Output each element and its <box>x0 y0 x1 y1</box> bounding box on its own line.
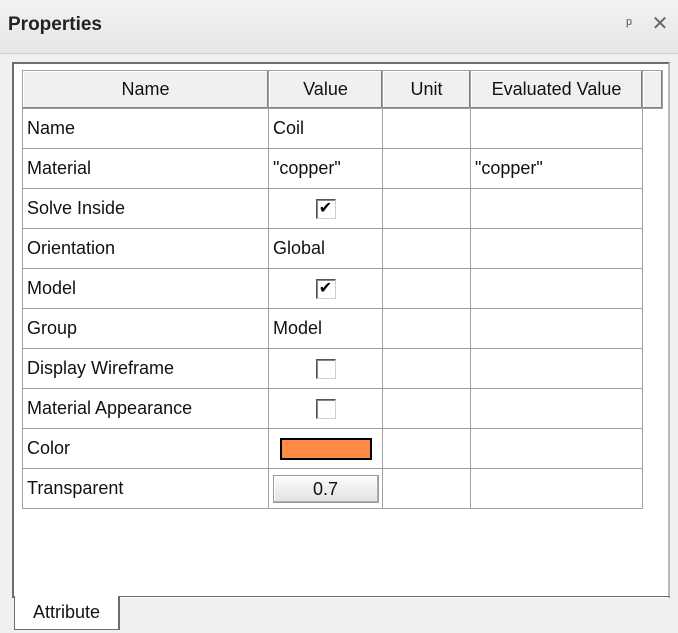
row-value-cell[interactable]: Model <box>268 308 383 349</box>
row-value-cell[interactable] <box>268 428 383 469</box>
close-icon[interactable]: ✕ <box>650 12 670 36</box>
row-name-cell: Color <box>22 428 269 469</box>
row-evaluated-cell <box>470 188 643 229</box>
model-checkbox[interactable]: ✔ <box>315 279 336 300</box>
row-unit-cell[interactable] <box>382 228 471 269</box>
row-name-cell: Model <box>22 268 269 309</box>
property-grid: Name Value Unit Evaluated Value Name Coi… <box>22 70 663 509</box>
panel-titlebar: Properties ᵖ ✕ <box>0 0 678 54</box>
grid-header-row: Name Value Unit Evaluated Value <box>22 70 663 109</box>
transparency-button[interactable]: 0.7 <box>272 474 379 503</box>
row-evaluated-cell <box>470 308 643 349</box>
row-name-cell: Name <box>22 108 269 149</box>
material-appearance-checkbox[interactable] <box>315 399 336 420</box>
row-evaluated-cell <box>470 228 643 269</box>
row-name-cell: Material <box>22 148 269 189</box>
row-unit-cell[interactable] <box>382 388 471 429</box>
row-unit-cell[interactable] <box>382 148 471 189</box>
row-name-cell: Group <box>22 308 269 349</box>
column-header-unit[interactable]: Unit <box>382 70 471 109</box>
row-evaluated-cell <box>470 348 643 389</box>
tab-strip-divider <box>120 596 670 597</box>
row-value-cell[interactable]: ✔ <box>268 188 383 229</box>
column-header-name[interactable]: Name <box>22 70 269 109</box>
row-evaluated-cell <box>470 428 643 469</box>
row-unit-cell[interactable] <box>382 268 471 309</box>
color-swatch[interactable] <box>279 437 372 460</box>
row-evaluated-cell <box>470 268 643 309</box>
pin-icon[interactable]: ᵖ <box>620 14 638 36</box>
table-row[interactable]: Group Model <box>22 308 663 349</box>
solve-inside-checkbox[interactable]: ✔ <box>315 199 336 220</box>
row-unit-cell[interactable] <box>382 348 471 389</box>
row-value-cell[interactable] <box>268 388 383 429</box>
table-row[interactable]: Orientation Global <box>22 228 663 269</box>
table-row[interactable]: Name Coil <box>22 108 663 149</box>
column-header-value[interactable]: Value <box>268 70 383 109</box>
property-grid-area: Name Value Unit Evaluated Value Name Coi… <box>12 62 670 598</box>
table-row[interactable]: Solve Inside ✔ <box>22 188 663 229</box>
row-name-cell: Display Wireframe <box>22 348 269 389</box>
column-header-filler <box>642 70 663 109</box>
row-value-cell[interactable]: Coil <box>268 108 383 149</box>
tab-attribute[interactable]: Attribute <box>14 596 120 630</box>
row-value-cell[interactable]: "copper" <box>268 148 383 189</box>
table-row[interactable]: Material Appearance <box>22 388 663 429</box>
row-unit-cell[interactable] <box>382 468 471 509</box>
row-evaluated-cell <box>470 108 643 149</box>
row-unit-cell[interactable] <box>382 108 471 149</box>
table-row[interactable]: Display Wireframe <box>22 348 663 389</box>
row-name-cell: Solve Inside <box>22 188 269 229</box>
row-unit-cell[interactable] <box>382 308 471 349</box>
table-row[interactable]: Material "copper" "copper" <box>22 148 663 189</box>
display-wireframe-checkbox[interactable] <box>315 359 336 380</box>
row-value-cell[interactable]: ✔ <box>268 268 383 309</box>
row-unit-cell[interactable] <box>382 428 471 469</box>
table-row[interactable]: Model ✔ <box>22 268 663 309</box>
row-evaluated-cell <box>470 388 643 429</box>
row-value-cell[interactable] <box>268 348 383 389</box>
row-evaluated-cell: "copper" <box>470 148 643 189</box>
row-value-cell[interactable]: Global <box>268 228 383 269</box>
row-name-cell: Material Appearance <box>22 388 269 429</box>
row-value-cell[interactable]: 0.7 <box>268 468 383 509</box>
column-header-evaluated-value[interactable]: Evaluated Value <box>470 70 643 109</box>
row-name-cell: Orientation <box>22 228 269 269</box>
table-row[interactable]: Color <box>22 428 663 469</box>
row-name-cell: Transparent <box>22 468 269 509</box>
panel-title: Properties <box>8 14 102 35</box>
properties-panel: Properties ᵖ ✕ Name Value Unit Evaluated… <box>0 0 678 633</box>
row-unit-cell[interactable] <box>382 188 471 229</box>
row-evaluated-cell <box>470 468 643 509</box>
table-row[interactable]: Transparent 0.7 <box>22 468 663 509</box>
